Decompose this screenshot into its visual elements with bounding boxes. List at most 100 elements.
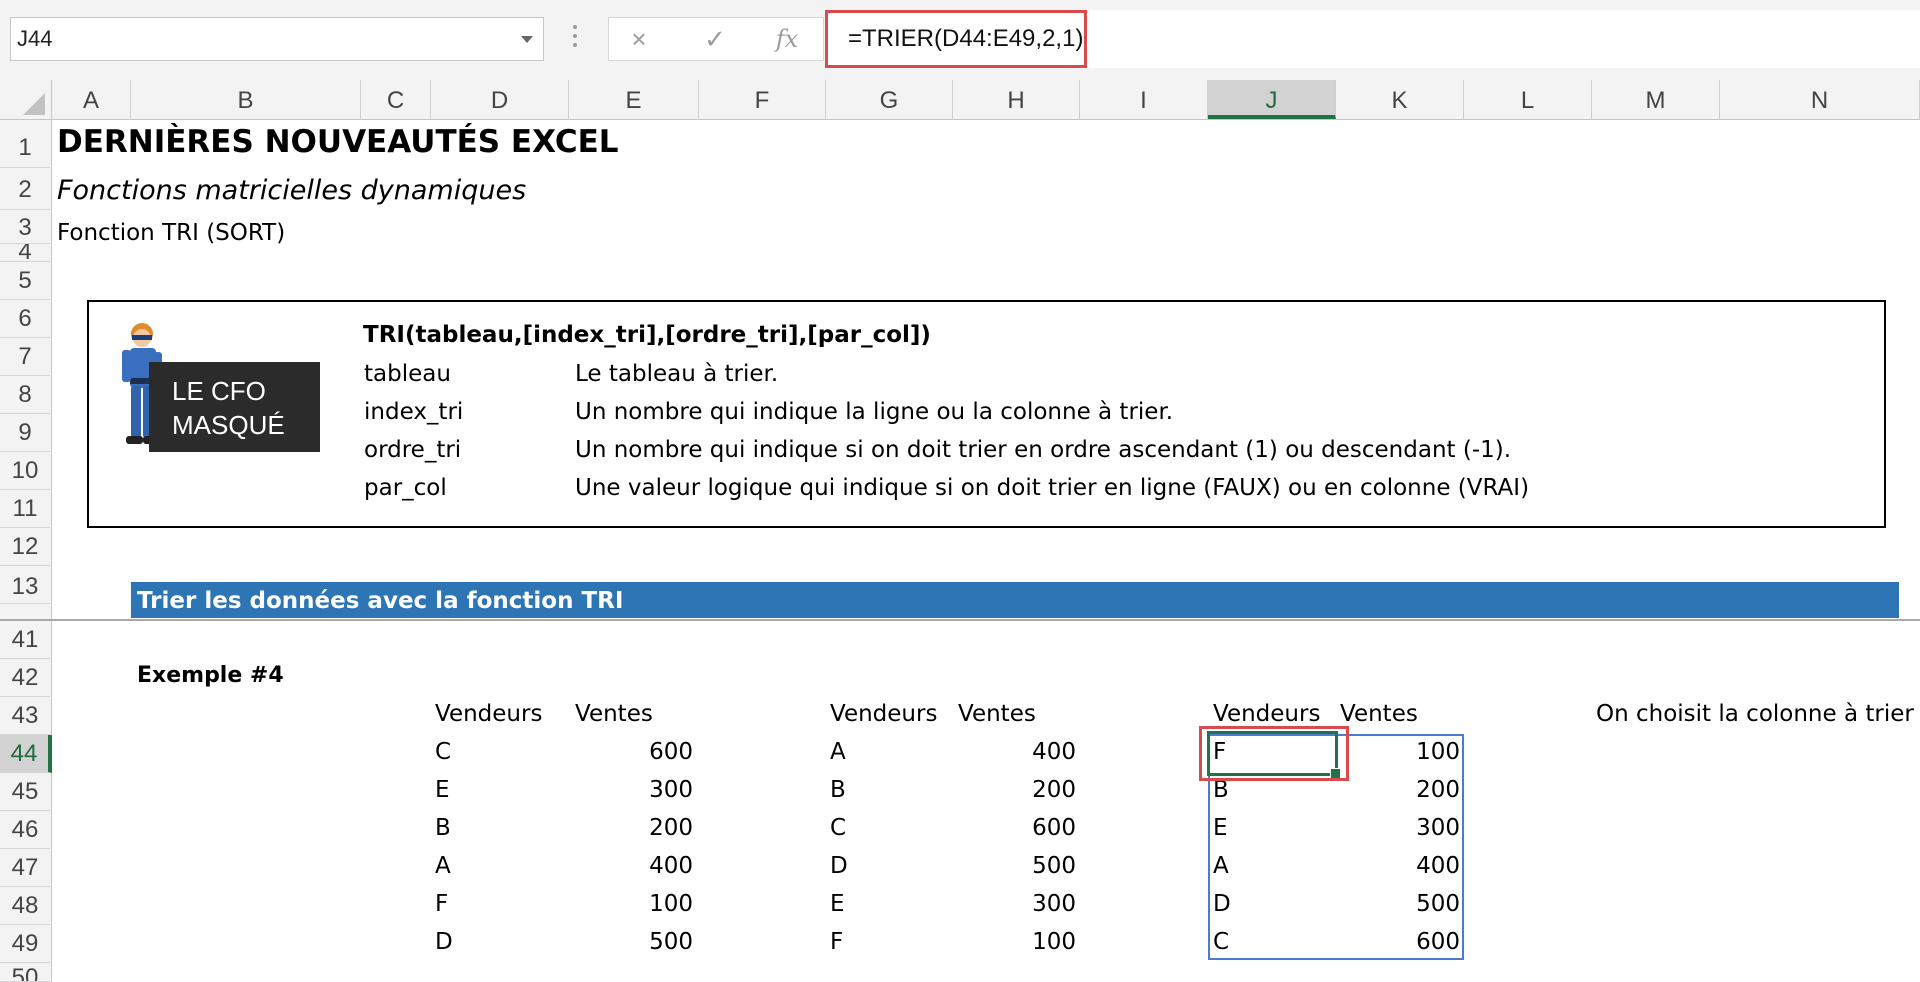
table1-ventes-cell[interactable]: 200 bbox=[613, 815, 693, 841]
column-header-n[interactable]: N bbox=[1720, 80, 1920, 119]
column-header-m[interactable]: M bbox=[1592, 80, 1720, 119]
table1-ventes-cell[interactable]: 500 bbox=[613, 929, 693, 955]
table1-ventes-cell[interactable]: 100 bbox=[613, 891, 693, 917]
table1-vendeur-cell[interactable]: C bbox=[435, 739, 451, 765]
table1-ventes-cell[interactable]: 600 bbox=[613, 739, 693, 765]
table1-vendeur-cell[interactable]: D bbox=[435, 929, 453, 955]
column-header-b[interactable]: B bbox=[131, 80, 361, 119]
column-header-h[interactable]: H bbox=[953, 80, 1080, 119]
formula-highlight-box bbox=[825, 10, 1087, 68]
arg-desc-index-tri: Un nombre qui indique la ligne ou la col… bbox=[575, 399, 1174, 425]
sort-column-note: On choisit la colonne à trier bbox=[1596, 701, 1914, 727]
table1-ventes-cell[interactable]: 400 bbox=[613, 853, 693, 879]
column-header-e[interactable]: E bbox=[569, 80, 699, 119]
function-syntax: TRI(tableau,[index_tri],[ordre_tri],[par… bbox=[363, 322, 931, 348]
table2-ventes-cell[interactable]: 600 bbox=[996, 815, 1076, 841]
formula-bar: J44 × ✓ fx =TRIER(D44:E49,2,1) bbox=[0, 0, 1920, 80]
arg-desc-par-col: Une valeur logique qui indique si on doi… bbox=[575, 475, 1530, 501]
sheet-subtitle: Fonctions matricielles dynamiques bbox=[57, 175, 527, 206]
table3-header-ventes: Ventes bbox=[1340, 701, 1418, 727]
table2-vendeur-cell[interactable]: A bbox=[830, 739, 846, 765]
arg-name-ordre-tri: ordre_tri bbox=[364, 437, 462, 463]
column-header-l[interactable]: L bbox=[1464, 80, 1592, 119]
row-header-11[interactable]: 11 bbox=[0, 490, 50, 528]
row-header-46[interactable]: 46 bbox=[0, 811, 50, 849]
table1-vendeur-cell[interactable]: F bbox=[435, 891, 448, 917]
cancel-icon[interactable]: × bbox=[609, 18, 669, 60]
row-header-47[interactable]: 47 bbox=[0, 849, 50, 887]
table2-header-ventes: Ventes bbox=[958, 701, 1036, 727]
table2-vendeur-cell[interactable]: D bbox=[830, 853, 848, 879]
select-all-button[interactable] bbox=[0, 80, 52, 120]
row-header-7[interactable]: 7 bbox=[0, 338, 50, 376]
row-header-4[interactable]: 4 bbox=[0, 244, 50, 262]
row-header-9[interactable]: 9 bbox=[0, 414, 50, 452]
table1-ventes-cell[interactable]: 300 bbox=[613, 777, 693, 803]
logo-text-line2: MASQUÉ bbox=[172, 410, 285, 440]
row-header-45[interactable]: 45 bbox=[0, 773, 50, 811]
table2-vendeur-cell[interactable]: C bbox=[830, 815, 846, 841]
row-header-2[interactable]: 2 bbox=[0, 168, 50, 210]
column-header-k[interactable]: K bbox=[1336, 80, 1464, 119]
row-header-43[interactable]: 43 bbox=[0, 697, 50, 735]
table2-ventes-cell[interactable]: 100 bbox=[996, 929, 1076, 955]
row-header-13[interactable]: 13 bbox=[0, 566, 50, 604]
chevron-down-icon[interactable] bbox=[521, 36, 533, 43]
column-header-g[interactable]: G bbox=[826, 80, 953, 119]
arg-desc-ordre-tri: Un nombre qui indique si on doit trier e… bbox=[575, 437, 1512, 463]
table1-header-vendeurs: Vendeurs bbox=[435, 701, 543, 727]
row-header-8[interactable]: 8 bbox=[0, 376, 50, 414]
sheet-title: DERNIÈRES NOUVEAUTÉS EXCEL bbox=[57, 124, 619, 160]
table1-vendeur-cell[interactable]: A bbox=[435, 853, 451, 879]
row-header-5[interactable]: 5 bbox=[0, 262, 50, 300]
row-header-10[interactable]: 10 bbox=[0, 452, 50, 490]
column-header-c[interactable]: C bbox=[361, 80, 431, 119]
active-cell-highlight-box bbox=[1199, 726, 1349, 781]
row-header-50[interactable]: 50 bbox=[0, 963, 50, 982]
table2-ventes-cell[interactable]: 500 bbox=[996, 853, 1076, 879]
name-box-value: J44 bbox=[17, 26, 53, 51]
table1-vendeur-cell[interactable]: E bbox=[435, 777, 450, 803]
column-header-f[interactable]: F bbox=[699, 80, 826, 119]
freeze-pane-divider bbox=[0, 619, 1920, 621]
column-header-i[interactable]: I bbox=[1080, 80, 1208, 119]
row-header-6[interactable]: 6 bbox=[0, 300, 50, 338]
table2-vendeur-cell[interactable]: B bbox=[830, 777, 846, 803]
table2-vendeur-cell[interactable]: E bbox=[830, 891, 845, 917]
formula-bar-grip-icon[interactable] bbox=[573, 25, 577, 55]
arg-name-index-tri: index_tri bbox=[364, 399, 464, 425]
formula-bar-buttons: × ✓ fx bbox=[608, 17, 824, 61]
row-header-1[interactable]: 1 bbox=[0, 120, 50, 168]
column-header-a[interactable]: A bbox=[52, 80, 131, 119]
le-cfo-masque-logo: LE CFO MASQUÉ bbox=[114, 320, 320, 452]
table1-vendeur-cell[interactable]: B bbox=[435, 815, 451, 841]
table2-ventes-cell[interactable]: 200 bbox=[996, 777, 1076, 803]
section-banner: Trier les données avec la fonction TRI bbox=[131, 582, 1899, 618]
row-header-41[interactable]: 41 bbox=[0, 621, 50, 659]
row-header-49[interactable]: 49 bbox=[0, 925, 50, 963]
table1-header-ventes: Ventes bbox=[575, 701, 653, 727]
table2-vendeur-cell[interactable]: F bbox=[830, 929, 843, 955]
table3-header-vendeurs: Vendeurs bbox=[1213, 701, 1321, 727]
row-header-42[interactable]: 42 bbox=[0, 659, 50, 697]
example-label: Exemple #4 bbox=[137, 663, 284, 688]
name-box[interactable]: J44 bbox=[10, 17, 544, 61]
row-header-44[interactable]: 44 bbox=[0, 735, 52, 773]
enter-icon[interactable]: ✓ bbox=[685, 18, 745, 60]
column-header-d[interactable]: D bbox=[431, 80, 569, 119]
row-header-12[interactable]: 12 bbox=[0, 528, 50, 566]
insert-function-icon[interactable]: fx bbox=[757, 18, 817, 60]
row-header-48[interactable]: 48 bbox=[0, 887, 50, 925]
row-header-3[interactable]: 3 bbox=[0, 210, 50, 244]
column-header-j[interactable]: J bbox=[1208, 80, 1336, 119]
table2-header-vendeurs: Vendeurs bbox=[830, 701, 938, 727]
logo-text-line1: LE CFO bbox=[172, 376, 266, 406]
function-label: Fonction TRI (SORT) bbox=[57, 220, 286, 246]
table2-ventes-cell[interactable]: 400 bbox=[996, 739, 1076, 765]
row-header-bar: 1 2 3 4 5 6 7 8 9 10 11 12 13 41 42 43 4… bbox=[0, 120, 52, 982]
column-header-bar: A B C D E F G H I J K L M N bbox=[0, 80, 1920, 120]
arg-name-tableau: tableau bbox=[364, 361, 451, 387]
arg-desc-tableau: Le tableau à trier. bbox=[575, 361, 779, 387]
arg-name-par-col: par_col bbox=[364, 475, 447, 501]
table2-ventes-cell[interactable]: 300 bbox=[996, 891, 1076, 917]
